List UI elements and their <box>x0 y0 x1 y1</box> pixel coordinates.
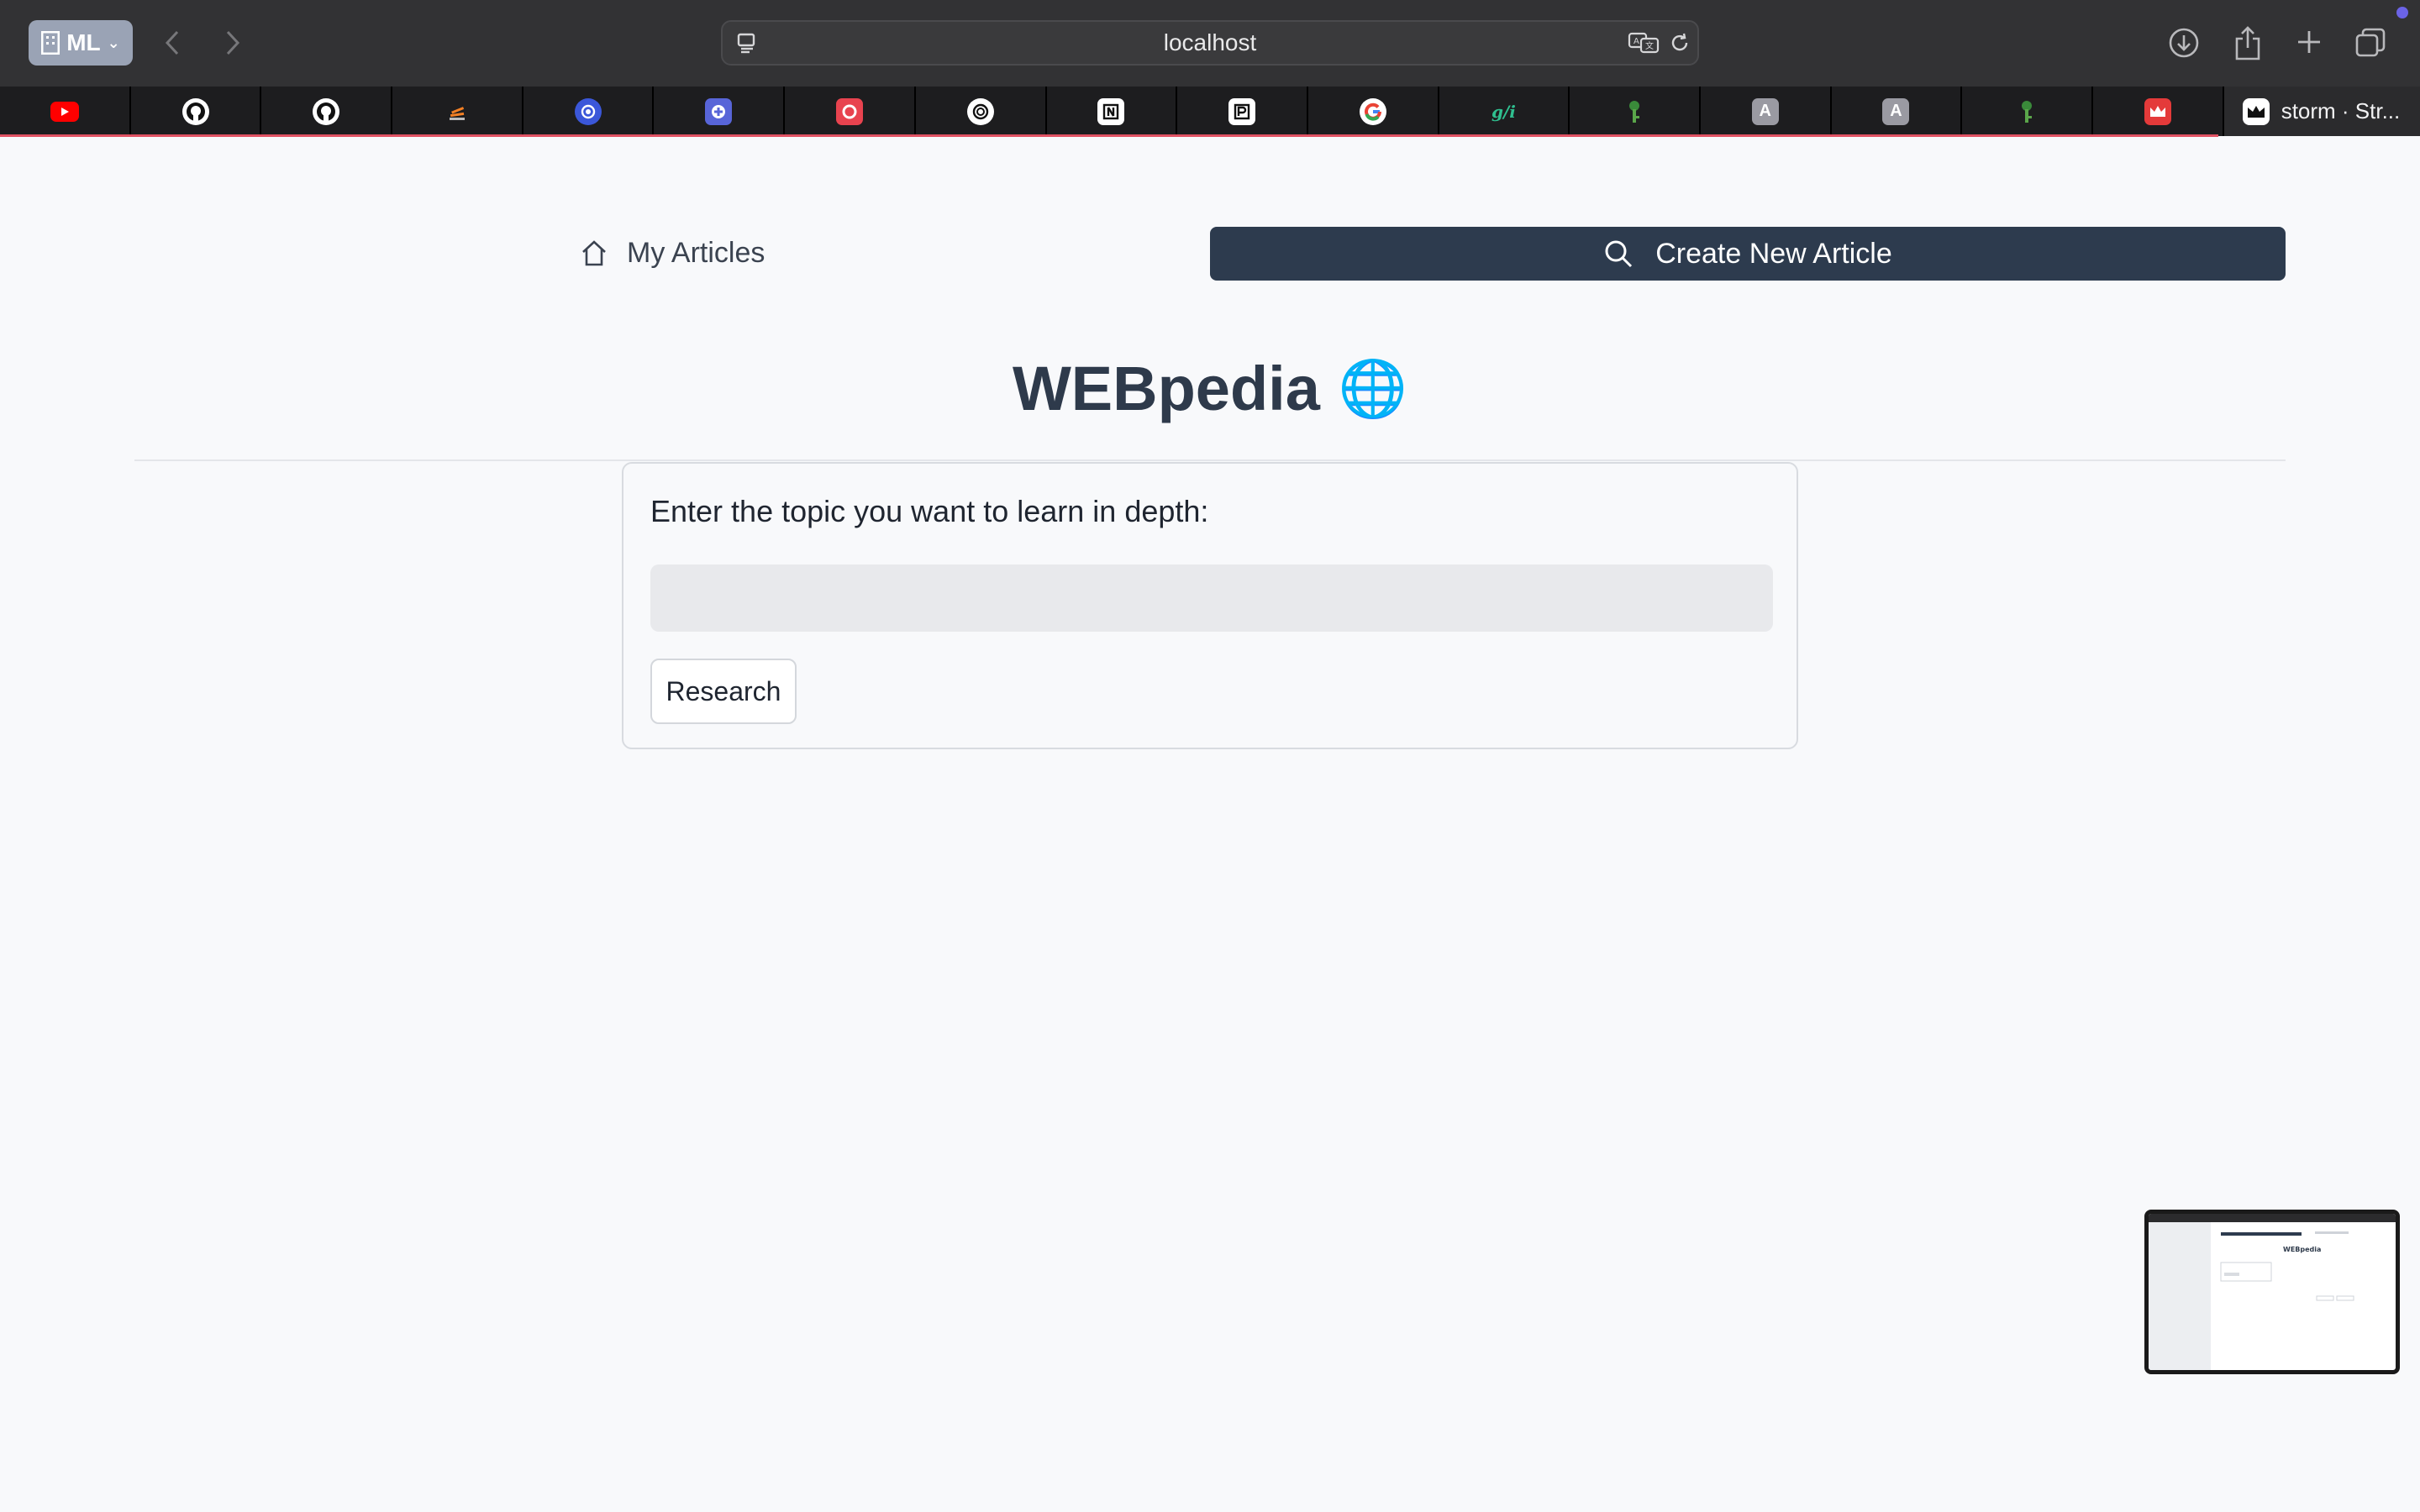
plus-box-icon <box>705 97 733 125</box>
letter-a-icon: A <box>1882 97 1910 125</box>
thumbnail-title: WEBpedia <box>2283 1246 2321 1253</box>
gfi-icon: g/i <box>1491 101 1516 122</box>
stackoverflow-icon <box>444 98 471 125</box>
red-o-icon <box>835 97 863 125</box>
tab-strip: g/i A A storm · Str... <box>0 87 2420 136</box>
my-articles-link[interactable]: My Articles <box>580 232 765 274</box>
tab-github-1[interactable] <box>131 87 262 136</box>
chatgpt-icon <box>966 97 994 125</box>
forward-button[interactable] <box>210 20 255 66</box>
notion-icon <box>1097 97 1125 125</box>
tab-crown-red[interactable] <box>2093 87 2224 136</box>
tab-a-2[interactable]: A <box>1832 87 1963 136</box>
svg-text:文: 文 <box>1645 40 1654 51</box>
thumbnail-preview: WEBpedia <box>2149 1214 2396 1370</box>
address-bar[interactable]: localhost A文 <box>721 20 1699 66</box>
chevron-down-icon: ⌄ <box>107 34 120 51</box>
research-button[interactable]: Research <box>650 659 797 724</box>
url-text: localhost <box>1163 29 1257 55</box>
tab-chatgpt[interactable] <box>916 87 1047 136</box>
notification-dot <box>2396 7 2408 18</box>
create-new-article-label: Create New Article <box>1655 237 1892 270</box>
translate-icon[interactable]: A文 <box>1627 30 1662 55</box>
new-tab-icon[interactable] <box>2292 25 2326 59</box>
tab-notion[interactable] <box>1047 87 1178 136</box>
key-icon <box>1621 98 1648 125</box>
topic-prompt-label: Enter the topic you want to learn in dep… <box>650 494 1209 528</box>
tab-overview-icon[interactable] <box>2353 25 2388 60</box>
my-articles-label: My Articles <box>627 236 765 269</box>
page-title-text: WEBpedia <box>1012 354 1320 423</box>
topic-form-card: Enter the topic you want to learn in dep… <box>622 462 1798 749</box>
tab-github-2[interactable] <box>261 87 393 136</box>
tab-progress-line <box>0 134 2218 137</box>
tab-plus-box[interactable] <box>654 87 786 136</box>
github-icon <box>182 97 209 125</box>
tab-storm-active[interactable]: storm · Str... <box>2223 87 2420 136</box>
topic-input[interactable] <box>650 564 1773 632</box>
chevron-left-icon <box>165 30 179 55</box>
reload-icon[interactable] <box>1667 30 1692 55</box>
header-divider <box>134 459 2286 461</box>
downloads-icon[interactable] <box>2166 25 2202 60</box>
home-icon <box>582 240 606 266</box>
github-icon <box>313 97 340 125</box>
search-icon <box>1605 240 1633 268</box>
openai-blue-icon <box>574 97 602 125</box>
browser-toolbar: ML ⌄ localhost A文 <box>0 0 2420 87</box>
tab-youtube[interactable] <box>0 87 131 136</box>
paper-icon <box>1228 97 1256 125</box>
google-icon <box>1359 97 1386 125</box>
building-icon <box>40 30 60 55</box>
screenshot-thumbnail[interactable]: WEBpedia <box>2144 1210 2400 1374</box>
chevron-right-icon <box>226 30 240 55</box>
tab-gfi[interactable]: g/i <box>1439 87 1570 136</box>
tab-google[interactable] <box>1308 87 1439 136</box>
svg-text:A: A <box>1634 37 1639 46</box>
tab-key-1[interactable] <box>1570 87 1701 136</box>
profile-label: ML <box>66 29 101 55</box>
tab-key-2[interactable] <box>1962 87 2093 136</box>
key-icon <box>2013 98 2040 125</box>
create-new-article-button[interactable]: Create New Article <box>1210 227 2286 281</box>
profile-switcher-button[interactable]: ML ⌄ <box>29 20 133 66</box>
youtube-icon <box>50 101 79 122</box>
crown-icon <box>2242 97 2270 125</box>
tab-openai-blue[interactable] <box>523 87 655 136</box>
letter-a-icon: A <box>1751 97 1779 125</box>
tab-red-o[interactable] <box>785 87 916 136</box>
back-button[interactable] <box>150 20 195 66</box>
tab-a-1[interactable]: A <box>1701 87 1832 136</box>
tab-stackoverflow[interactable] <box>392 87 523 136</box>
share-icon[interactable] <box>2230 24 2265 62</box>
globe-icon: 🌐 <box>1338 356 1408 419</box>
crown-red-icon <box>2144 97 2171 125</box>
tab-paper[interactable] <box>1177 87 1308 136</box>
active-tab-title: storm · Str... <box>2281 98 2401 123</box>
page-title: WEBpedia 🌐 <box>0 353 2420 424</box>
